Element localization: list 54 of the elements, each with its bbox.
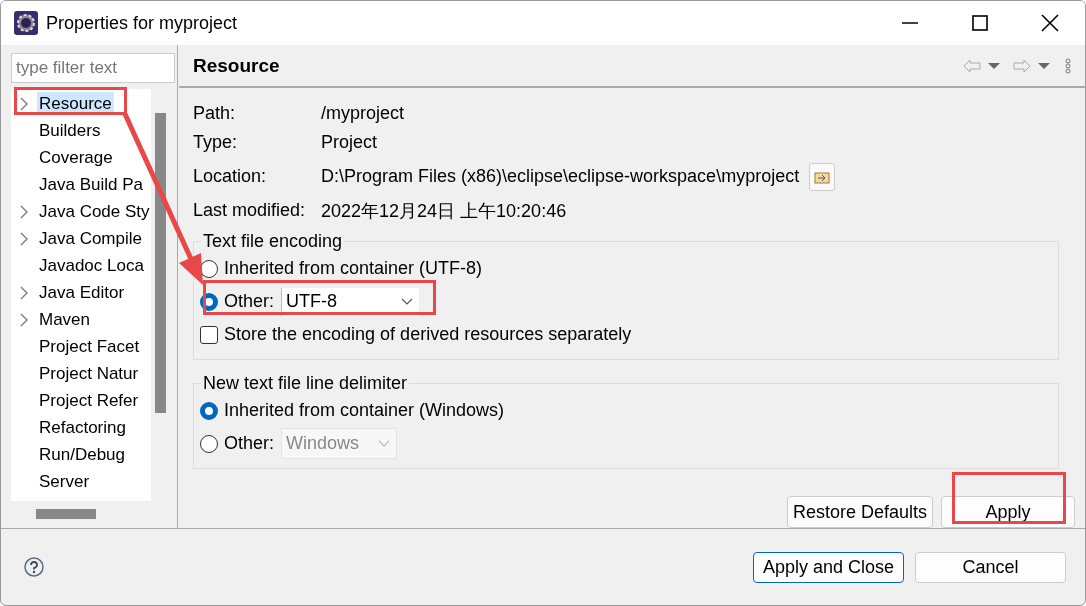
dropdown-icon[interactable] — [1038, 62, 1050, 69]
app-icon — [14, 11, 38, 35]
tree-item[interactable]: Refactoring — [37, 416, 128, 439]
more-icon[interactable] — [1065, 57, 1071, 74]
chevron-icon[interactable] — [20, 285, 28, 300]
group-title: Text file encoding — [202, 231, 344, 252]
close-icon[interactable] — [1041, 14, 1059, 32]
filter-field[interactable]: type filter text — [11, 53, 175, 83]
page-button[interactable]: Restore Defaults — [786, 496, 933, 528]
page-title: Resource — [193, 54, 281, 77]
dropdown-icon[interactable] — [988, 62, 1000, 69]
tree-item[interactable]: Server — [37, 470, 92, 493]
tree-item[interactable]: Java Code Sty — [37, 200, 151, 223]
tree-item[interactable]: Builders — [37, 119, 103, 142]
dialog-button[interactable]: Cancel — [915, 551, 1066, 583]
field-label: Type: — [193, 132, 239, 153]
window-title: Properties for myproject — [46, 12, 238, 34]
tree-item[interactable]: Java Editor — [37, 281, 127, 304]
checkbox-label[interactable]: Store the encoding of derived resources separately — [224, 324, 632, 345]
tree-item[interactable]: Project Facet — [37, 335, 142, 358]
page-button[interactable]: Apply — [941, 496, 1075, 528]
tree-item[interactable]: Run/Debug — [37, 443, 127, 466]
chevron-icon[interactable] — [20, 204, 28, 219]
encoding-dropdown[interactable]: UTF-8 — [281, 287, 420, 316]
tree-item[interactable]: Project Natur — [37, 362, 141, 385]
radio-label[interactable]: Inherited from container (UTF-8) — [224, 258, 483, 279]
chevron-icon — [378, 440, 391, 447]
checkbox[interactable] — [200, 325, 218, 344]
radio-button[interactable] — [200, 401, 218, 420]
tree-item[interactable]: Maven — [37, 308, 93, 331]
tree-item[interactable]: Coverage — [37, 146, 115, 169]
tree-item[interactable]: Java Compile — [37, 227, 144, 250]
chevron-icon[interactable] — [20, 96, 28, 111]
chevron-icon[interactable] — [20, 312, 28, 327]
tree-item[interactable]: Project Refer — [37, 389, 141, 412]
field-value: /myproject — [321, 103, 405, 124]
tree-item[interactable]: Javadoc Loca — [37, 254, 146, 277]
field-value: D:\Program Files (x86)\eclipse\eclipse-workspace\myproject — [321, 166, 800, 187]
dialog-button[interactable]: Apply and Close — [753, 551, 904, 583]
field-label: Last modified: — [193, 200, 307, 221]
field-label: Path: — [193, 103, 237, 124]
chevron-icon[interactable] — [20, 231, 28, 246]
radio-label[interactable]: Inherited from container (Windows) — [224, 400, 505, 421]
field-value: 2022年12月24日 上午10:20:46 — [321, 199, 567, 223]
help-icon[interactable] — [24, 557, 44, 577]
radio-label[interactable]: Other: — [224, 291, 275, 312]
chevron-icon — [401, 298, 414, 305]
open-location-button[interactable] — [809, 162, 836, 191]
tree-item[interactable]: Java Build Pa — [37, 173, 145, 196]
field-value: Project — [321, 132, 378, 153]
field-label: Location: — [193, 166, 268, 187]
maximize-icon[interactable] — [971, 14, 989, 32]
group-title: New text file line delimiter — [202, 373, 409, 394]
folder-icon — [814, 169, 831, 184]
